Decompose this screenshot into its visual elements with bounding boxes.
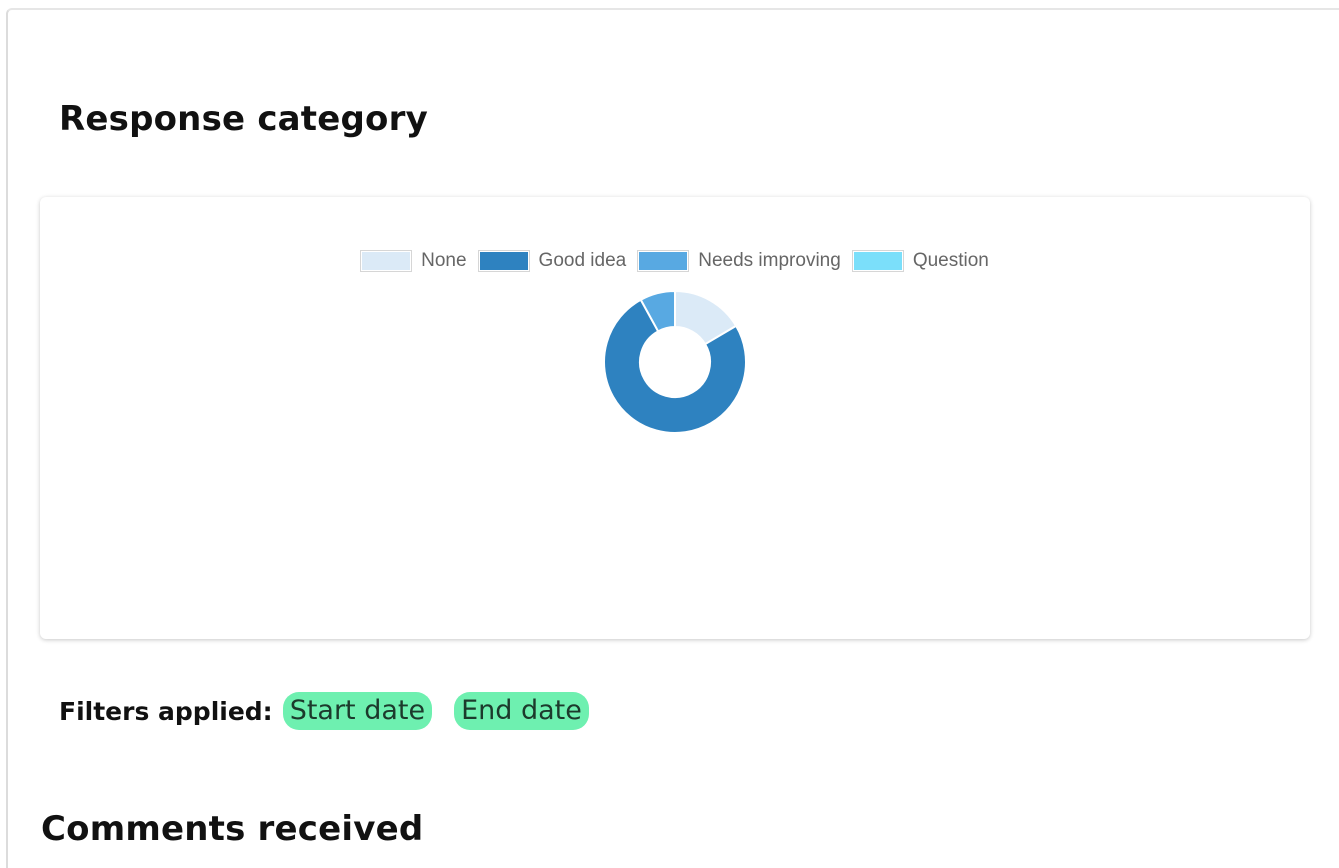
filters-label: Filters applied: [59,696,273,726]
legend-swatch-good-idea [478,251,529,271]
legend-label-good-idea: Good idea [538,250,627,271]
filter-chip-end-date[interactable]: End date [454,692,589,730]
legend-item-needs-improving[interactable]: Needs improving [638,250,841,272]
legend-label-question: Question [912,250,989,271]
legend-swatch-none [361,251,412,271]
legend-label-none: None [421,250,467,271]
legend-swatch-question [852,251,903,271]
donut-chart [603,290,747,434]
chart-legend: None Good idea Needs improving Question [40,250,1310,272]
legend-label-needs-improving: Needs improving [698,250,841,271]
legend-swatch-needs-improving [638,251,689,271]
legend-item-none[interactable]: None [361,250,467,272]
chart-card: None Good idea Needs improving Question [40,197,1310,639]
filter-chip-start-date[interactable]: Start date [282,692,433,730]
legend-item-good-idea[interactable]: Good idea [478,250,627,272]
legend-item-question[interactable]: Question [852,250,989,272]
comments-received-heading: Comments received [41,809,424,849]
response-category-heading: Response category [59,99,428,139]
filters-bar: Filters applied: Start date End date [59,692,611,730]
